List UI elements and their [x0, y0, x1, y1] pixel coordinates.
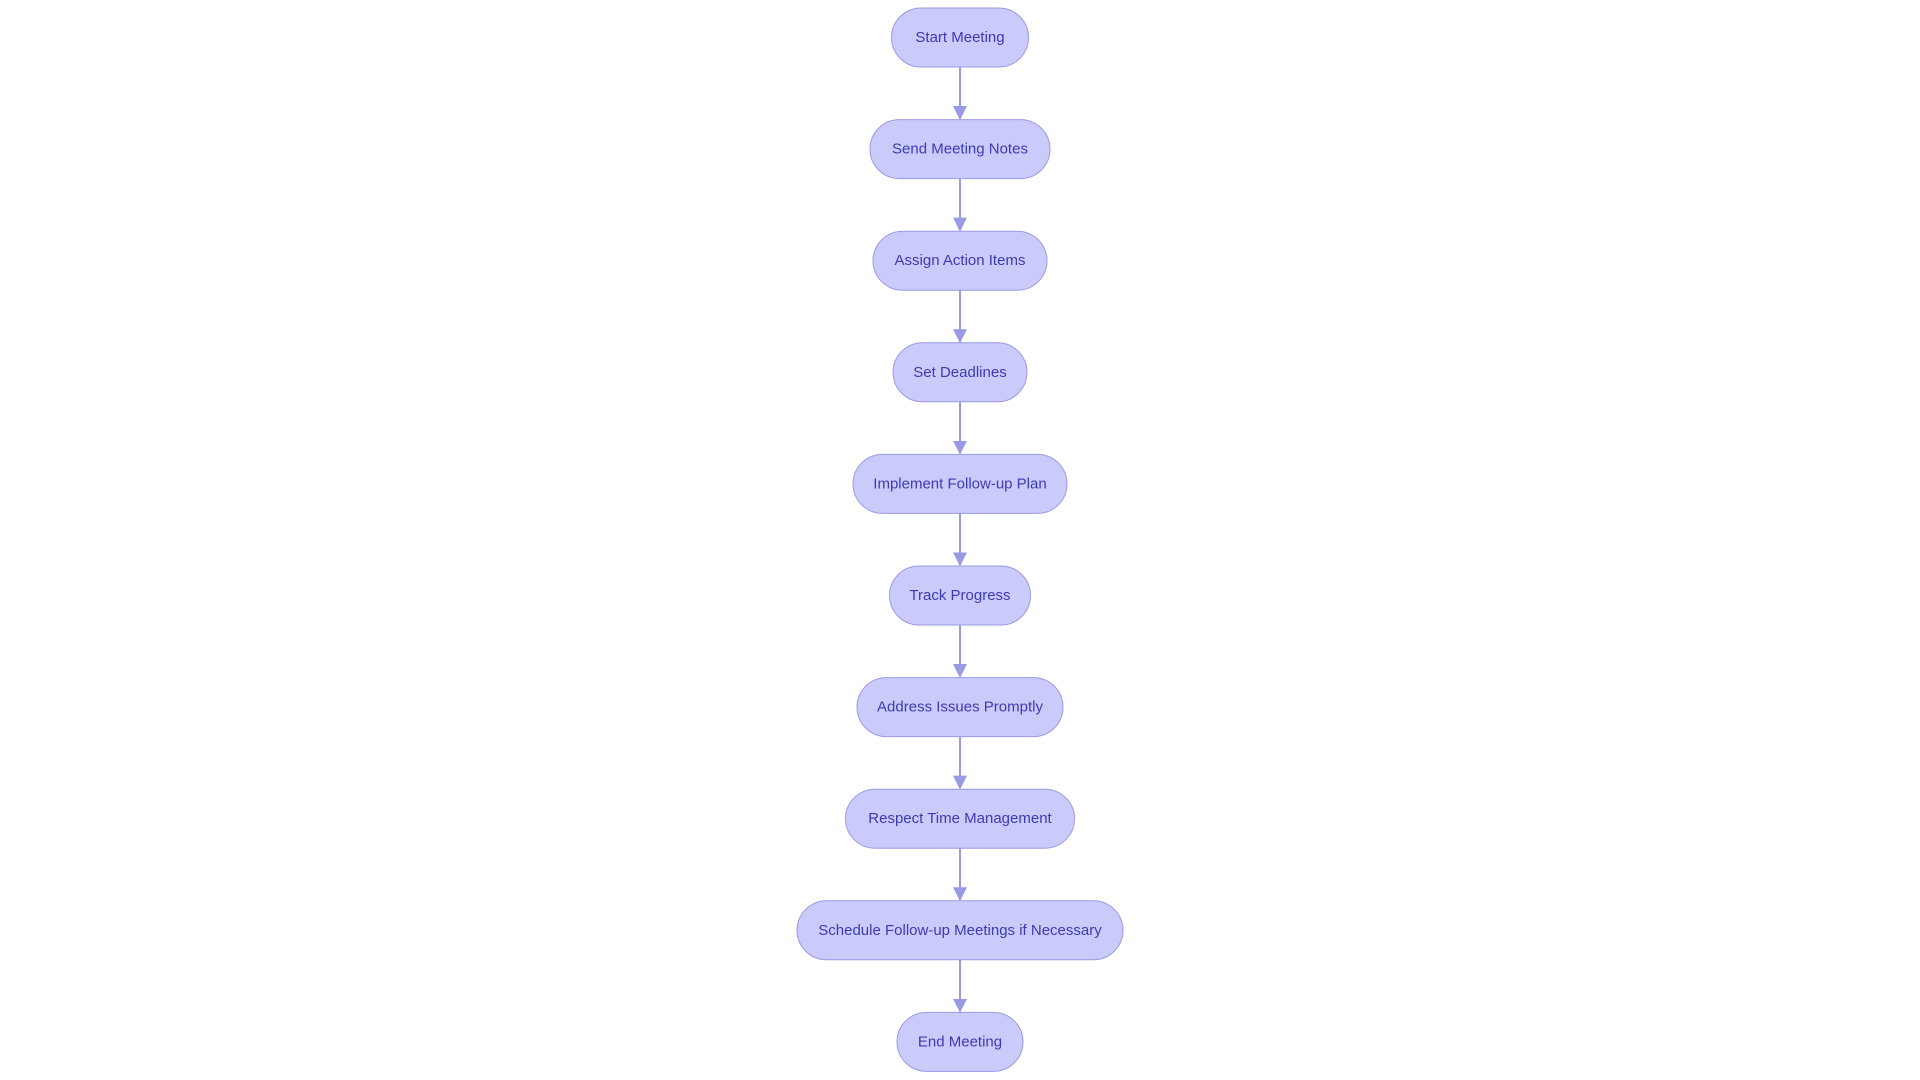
- flow-node-track: Track Progress: [889, 565, 1031, 626]
- node-label: Implement Follow-up Plan: [873, 475, 1046, 492]
- node-label: Address Issues Promptly: [877, 699, 1043, 716]
- node-label: Track Progress: [909, 587, 1010, 604]
- flow-node-assign: Assign Action Items: [872, 230, 1048, 291]
- node-label: Send Meeting Notes: [892, 141, 1028, 158]
- flow-node-end: End Meeting: [896, 1011, 1024, 1072]
- flow-node-start: Start Meeting: [891, 7, 1029, 68]
- flow-node-notes: Send Meeting Notes: [869, 119, 1051, 180]
- flow-node-address: Address Issues Promptly: [856, 677, 1064, 738]
- node-label: End Meeting: [918, 1033, 1002, 1050]
- flow-node-implement: Implement Follow-up Plan: [852, 453, 1068, 514]
- flowchart: Start Meeting Send Meeting Notes Assign Ac…: [796, 7, 1124, 1072]
- node-label: Set Deadlines: [913, 364, 1006, 381]
- flow-node-schedule: Schedule Follow-up Meetings if Necessary: [796, 900, 1124, 961]
- node-label: Schedule Follow-up Meetings if Necessary: [818, 922, 1102, 939]
- node-label: Assign Action Items: [895, 252, 1026, 269]
- node-label: Start Meeting: [915, 29, 1004, 46]
- flow-node-deadlines: Set Deadlines: [892, 342, 1028, 403]
- node-label: Respect Time Management: [868, 810, 1052, 827]
- flow-node-respect: Respect Time Management: [845, 788, 1075, 849]
